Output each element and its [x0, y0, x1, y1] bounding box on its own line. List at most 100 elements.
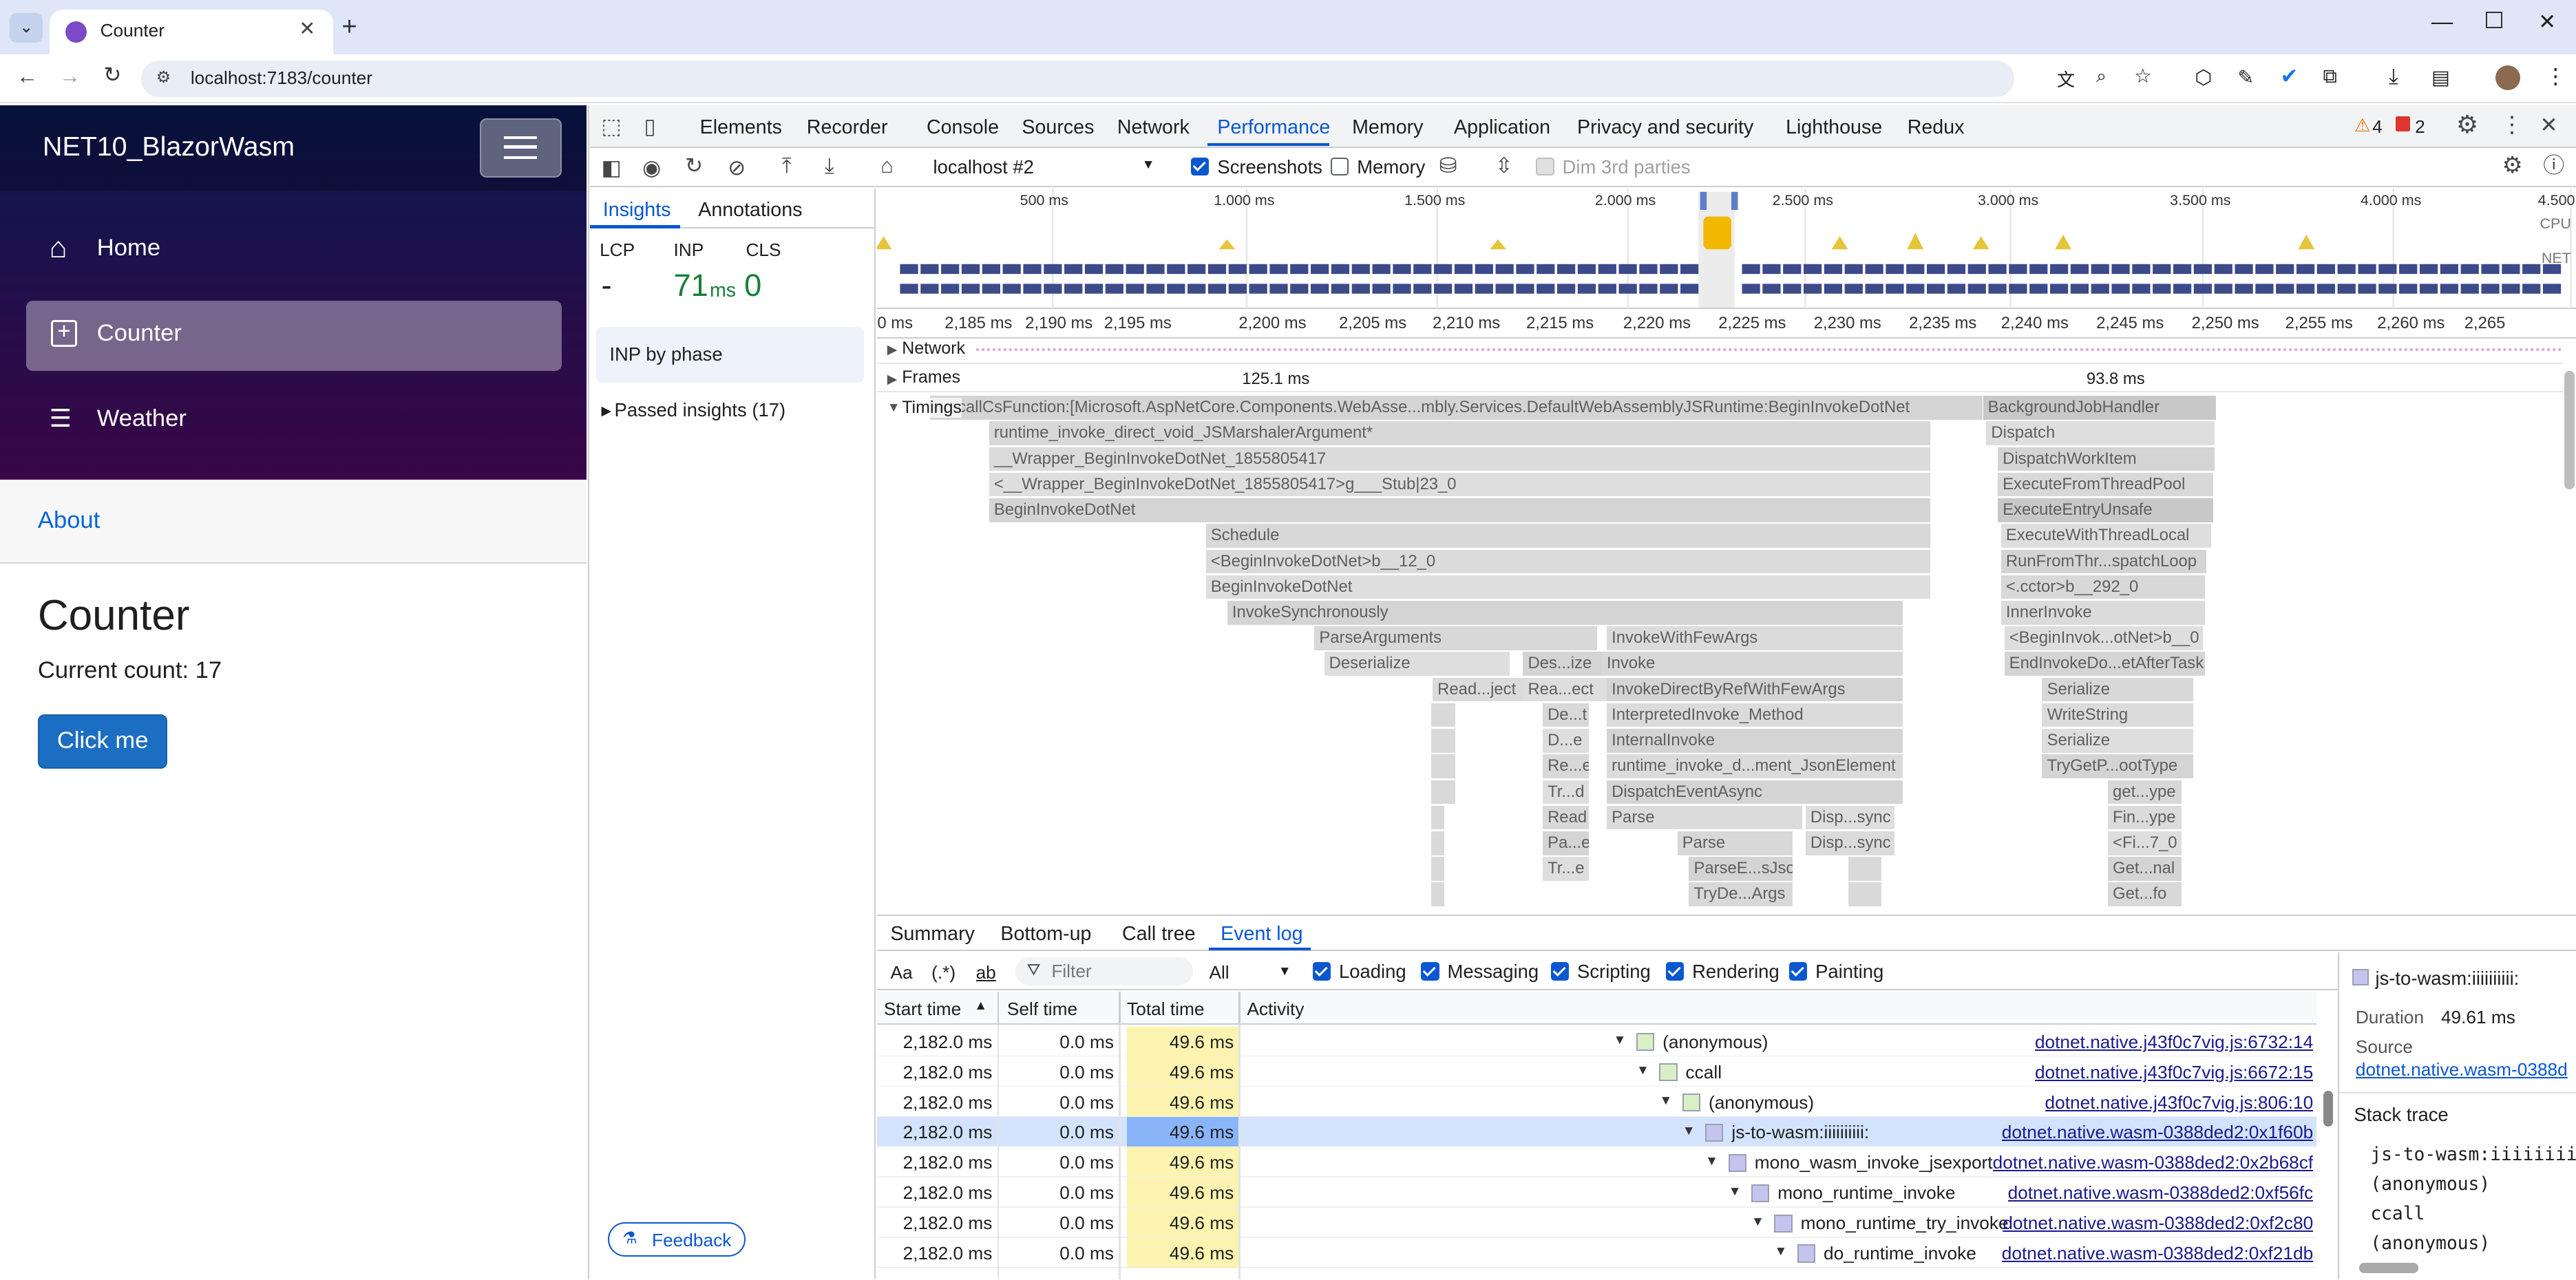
tab-network[interactable]: Network [1117, 116, 1190, 139]
flame-entry[interactable]: __Wrapper_BeginInvokeDotNet_1855805417 [989, 447, 1931, 471]
zoom-icon[interactable]: ⌕ [2096, 65, 2107, 87]
flame-entry[interactable]: EndInvokeDo...etAfterTask [2004, 652, 2205, 676]
tab-elements[interactable]: Elements [700, 116, 782, 139]
tab-insights[interactable]: Insights [603, 199, 671, 222]
tab-call-tree[interactable]: Call tree [1122, 923, 1196, 946]
category-select[interactable]: All ▼ [1206, 957, 1298, 985]
errors-count[interactable]: 2 [2415, 116, 2425, 138]
expand-arrow-icon[interactable]: ▶ [601, 403, 611, 419]
tab-lighthouse[interactable]: Lighthouse [1786, 116, 1882, 139]
app-brand[interactable]: NET10_BlazorWasm [43, 131, 295, 162]
help-icon[interactable]: ⓘ [2543, 154, 2564, 177]
flame-entry[interactable]: InnerInvoke [2000, 600, 2205, 625]
tab-bottom-up[interactable]: Bottom-up [1000, 923, 1091, 946]
filter-input[interactable]: ⛛ Filter [1015, 957, 1193, 985]
scripting-checkbox[interactable] [1550, 962, 1570, 981]
col-activity[interactable]: Activity [1247, 999, 1304, 1020]
flame-entry[interactable]: DispatchEventAsync [1606, 780, 1903, 804]
source-link[interactable]: dotnet.native.wasm-0388ded2:0x2b68cf [1993, 1152, 2314, 1173]
flame-entry[interactable]: BeginInvokeDotNet [989, 498, 1931, 522]
click-me-button[interactable]: Click me [37, 714, 168, 769]
settings-gear-icon[interactable]: ⚙ [2456, 112, 2478, 137]
pen-extension-icon[interactable]: ✎ [2237, 65, 2254, 89]
flame-entry[interactable]: Parse [1606, 805, 1802, 830]
table-row[interactable]: 2,182.0 ms 0.0 ms 49.6 ms ▼ mono_runtime_inv… [877, 1177, 2316, 1208]
check-extension-icon[interactable]: ✔ [2280, 64, 2298, 89]
back-icon[interactable]: ← [17, 64, 38, 89]
nav-toggler-button[interactable] [479, 118, 562, 178]
close-window-icon[interactable]: ✕ [2538, 10, 2556, 34]
flame-entry[interactable]: Deserialize [1324, 652, 1510, 676]
flame-entry[interactable] [1848, 857, 1881, 881]
flame-entry[interactable]: DispatchWorkItem [1997, 447, 2215, 471]
flame-entry[interactable]: Disp...sync [1805, 831, 1894, 855]
flame-entry[interactable] [1430, 831, 1444, 855]
flame-entry[interactable]: Get...fo [2107, 882, 2182, 907]
reading-list-icon[interactable]: ▤ [2431, 65, 2450, 89]
col-start-time[interactable]: Start time [884, 999, 961, 1020]
clear-icon[interactable]: ⊘ [728, 156, 746, 179]
about-link[interactable]: About [38, 507, 100, 534]
puzzle-icon[interactable]: ⧉ [2323, 65, 2337, 88]
match-case-button[interactable]: Aa [890, 962, 912, 983]
flame-entry[interactable]: RunFromThr...spatchLoop [2000, 549, 2207, 574]
table-row[interactable]: 2,182.0 ms 0.0 ms 49.6 ms ▼ mono_wasm_invoke… [877, 1147, 2316, 1178]
browser-tab[interactable]: Counter ✕ [49, 10, 334, 54]
dim-3rd-parties-checkbox[interactable] [1536, 158, 1554, 176]
flame-entry[interactable] [1430, 857, 1444, 881]
col-self-time[interactable]: Self time [1007, 999, 1077, 1020]
flame-entry[interactable]: InternalInvoke [1606, 729, 1903, 753]
device-toolbar-icon[interactable]: ▯ [644, 115, 656, 138]
toggle-sidebar-icon[interactable]: ◧ [601, 156, 621, 179]
source-link[interactable]: dotnet.native.j43f0c7vig.js:6672:15 [2035, 1062, 2313, 1083]
inp-by-phase-card[interactable]: INP by phase [596, 326, 865, 383]
flame-entry[interactable]: Schedule [1205, 524, 1931, 548]
memory-checkbox[interactable] [1331, 158, 1349, 176]
messaging-checkbox[interactable] [1421, 962, 1439, 981]
flame-entry[interactable]: BackgroundJobHandler [1983, 396, 2217, 420]
tree-expand-icon[interactable]: ▼ [1636, 1063, 1649, 1078]
tab-application[interactable]: Application [1454, 116, 1550, 139]
tree-expand-icon[interactable]: ▼ [1751, 1215, 1764, 1230]
flame-entry[interactable]: Parse [1677, 831, 1793, 855]
flame-entry[interactable] [1430, 729, 1456, 753]
flame-entry[interactable]: ExecuteFromThreadPool [1997, 472, 2213, 497]
reload-record-icon[interactable]: ↻ [685, 154, 703, 177]
whole-word-button[interactable]: ab [976, 962, 996, 983]
network-track-header[interactable]: ▶ Network [877, 338, 2563, 360]
flame-entry[interactable]: Des...ize [1523, 652, 1607, 676]
flame-scrollbar[interactable] [2563, 339, 2576, 907]
tab-sources[interactable]: Sources [1022, 116, 1094, 139]
new-tab-icon[interactable]: + [341, 12, 357, 42]
warnings-count[interactable]: 4 [2372, 116, 2383, 138]
flame-entry[interactable]: Rea...ect [1523, 677, 1607, 702]
close-devtools-icon[interactable]: ✕ [2540, 113, 2558, 136]
flame-entry[interactable]: Disp...sync [1805, 805, 1894, 830]
flame-entry[interactable]: no.callCsFunction:[Microsoft.AspNetCore.… [929, 396, 1983, 420]
flame-entry[interactable]: Get...nal [2107, 857, 2182, 881]
tab-console[interactable]: Console [927, 116, 999, 139]
flame-entry[interactable]: ExecuteWithThreadLocal [2000, 524, 2212, 548]
flame-entry[interactable]: TryGetP...ootType [2042, 754, 2193, 778]
flame-entry[interactable]: Tr...d [1542, 780, 1589, 804]
loading-checkbox[interactable] [1312, 962, 1331, 981]
table-scrollbar-thumb[interactable] [2323, 1090, 2333, 1127]
record-icon[interactable]: ◉ [642, 156, 661, 179]
flame-entry[interactable]: <Fi...7_0 [2107, 831, 2182, 855]
tab-recorder[interactable]: Recorder [807, 116, 888, 139]
source-link[interactable]: dotnet.native.j43f0c7vig.js:806:10 [2045, 1092, 2314, 1113]
flame-entry[interactable]: TryDe...Args [1689, 882, 1793, 907]
download-profile-icon[interactable]: ⤓ [825, 154, 834, 177]
feedback-button[interactable]: ⚗ Feedback [608, 1222, 746, 1257]
upload-icon[interactable]: ⤒ [782, 154, 792, 177]
flame-entry[interactable]: runtime_invoke_direct_void_JSMarshalerAr… [989, 421, 1931, 445]
target-select[interactable]: localhost #2 ▼ [927, 151, 1165, 182]
passed-insights[interactable]: Passed insights (17) [615, 399, 786, 421]
tree-expand-icon[interactable]: ▼ [1705, 1154, 1718, 1169]
tree-expand-icon[interactable]: ▼ [1659, 1094, 1672, 1109]
flame-entry[interactable]: <BeginInvok...otNet>b__0 [2004, 626, 2204, 650]
flame-entry[interactable]: BeginInvokeDotNet [1205, 575, 1931, 599]
flame-entry[interactable]: Invoke [1601, 652, 1903, 676]
flame-entry[interactable]: <__Wrapper_BeginInvokeDotNet_1855805417>… [989, 472, 1931, 497]
flame-entry[interactable]: <BeginInvokeDotNet>b__12_0 [1205, 549, 1931, 574]
